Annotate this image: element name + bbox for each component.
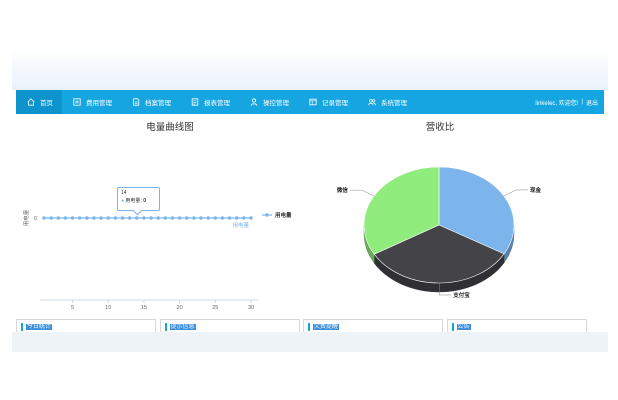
panel-arrears: 欠费提醒 — [303, 319, 443, 333]
y-axis-label: 用电量 — [22, 209, 30, 226]
line-series-point — [170, 216, 175, 220]
tooltip-row: ● 用电量: 0 — [121, 198, 146, 204]
line-series-point — [235, 216, 239, 220]
line-series-point — [70, 216, 75, 220]
tooltip-x-value: 14 — [121, 190, 127, 196]
line-series-point — [220, 216, 225, 220]
line-series-point — [185, 216, 189, 220]
x-axis-tick-label: 20 — [177, 305, 183, 311]
line-chart-tooltip: 14 ● 用电量: 0 — [117, 187, 160, 211]
x-axis-tick-label: 15 — [141, 305, 147, 311]
x-axis-tick-label: 5 — [71, 305, 74, 311]
line-series-point — [42, 216, 46, 220]
line-series-point — [177, 216, 182, 220]
app-window: 首页 费用管理 档案管理 报表管理 操控管理 记录管理 系统管理 linkele… — [0, 0, 618, 400]
line-series-point — [213, 216, 218, 220]
panel-title-text: 提示信息 — [169, 324, 196, 330]
panel-title-text: 欠费提醒 — [313, 324, 340, 330]
legend-item-label: 用电量 — [274, 211, 292, 219]
line-series-point — [85, 216, 89, 220]
panel-today-stats: 今日统计 — [16, 319, 156, 333]
panel-title-announcement: 公告 — [451, 323, 471, 331]
line-series-point — [127, 216, 132, 220]
legend-point-symbol — [265, 213, 269, 217]
tooltip-series-name: 用电量 — [125, 198, 141, 204]
x-axis-tick-label: 30 — [248, 305, 254, 311]
pie-label-connector — [503, 189, 529, 197]
panel-title-arrears: 欠费提醒 — [308, 323, 340, 331]
footer-band — [12, 332, 608, 352]
line-series-point — [149, 216, 153, 220]
panel-announcement: 公告 — [446, 319, 587, 333]
series-end-label: 用电量 — [232, 221, 249, 229]
line-series-point — [156, 216, 160, 220]
tooltip-dot-icon: ● — [121, 198, 125, 204]
line-series-point — [227, 216, 232, 220]
x-axis-tick-label: 25 — [212, 305, 218, 311]
line-series-point — [92, 216, 96, 220]
line-series-point — [63, 216, 68, 220]
tooltip-value: 0 — [143, 198, 146, 204]
pie-slice-label: 现金 — [530, 186, 542, 194]
line-series-point — [192, 216, 196, 220]
line-series-point — [99, 216, 103, 220]
line-series-point — [56, 216, 60, 220]
panel-title-text: 今日统计 — [26, 324, 53, 330]
pie-slice-label: 支付宝 — [452, 291, 470, 299]
pie-label-connector — [349, 189, 375, 197]
line-series-point — [249, 216, 253, 220]
info-panels: 今日统计 提示信息 欠费提醒 公告 — [16, 319, 590, 333]
panel-title-today-stats: 今日统计 — [21, 323, 53, 331]
line-series-point — [206, 216, 210, 220]
line-series-point — [199, 216, 203, 220]
pie-slice-label: 微信 — [336, 186, 349, 194]
line-series-point — [49, 216, 53, 220]
line-series-point — [106, 216, 110, 220]
line-series-point — [242, 216, 246, 220]
line-series-point — [120, 216, 125, 220]
line-series-point — [142, 216, 146, 220]
line-series-point — [163, 216, 168, 220]
panel-notices: 提示信息 — [159, 319, 300, 333]
panel-title-notices: 提示信息 — [164, 323, 196, 331]
line-series-point — [77, 216, 82, 220]
x-axis-tick-label: 10 — [105, 305, 111, 311]
line-series-point — [113, 216, 118, 220]
y-axis-tick-label: 0 — [34, 216, 37, 222]
line-series-point — [135, 216, 139, 220]
panel-title-text: 公告 — [456, 324, 471, 330]
